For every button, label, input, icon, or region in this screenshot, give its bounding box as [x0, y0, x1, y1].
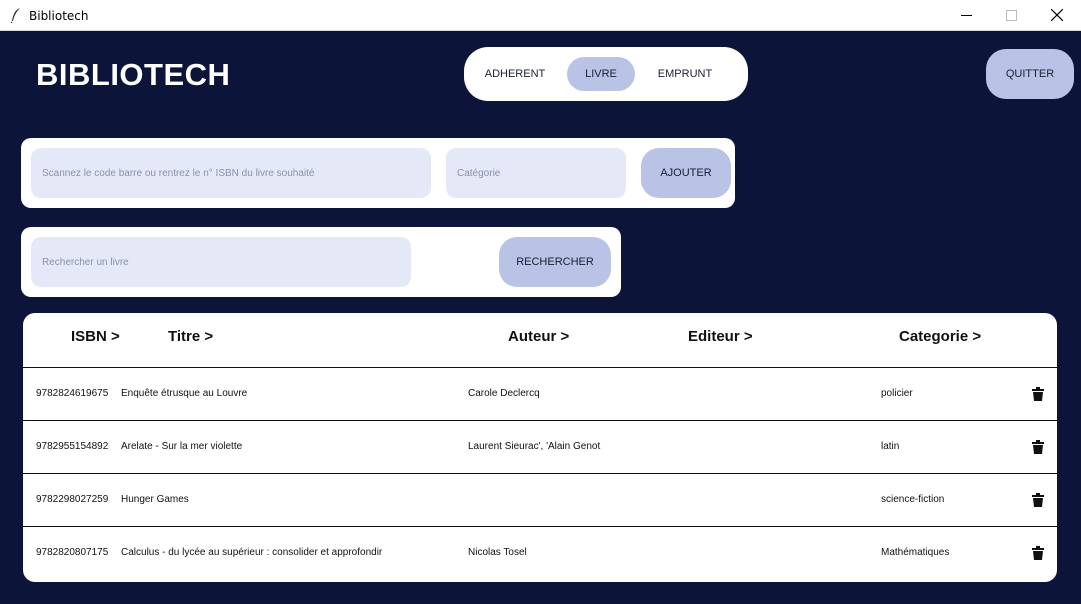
maximize-icon — [1005, 9, 1017, 21]
cell-auteur: Laurent Sieurac', 'Alain Genot — [468, 441, 601, 452]
app-brand: BIBLIOTECH — [36, 57, 231, 92]
add-button[interactable]: AJOUTER — [641, 148, 731, 198]
cell-auteur: Carole Declercq — [468, 388, 540, 399]
cell-titre: Enquête étrusque au Louvre — [121, 388, 248, 399]
cell-titre: Arelate - Sur la mer violette — [121, 441, 243, 452]
search-input[interactable]: Rechercher un livre — [31, 237, 411, 287]
table-row: 9782820807175 Calculus - du lycée au sup… — [23, 527, 1057, 580]
trash-icon[interactable] — [1032, 387, 1044, 401]
add-book-panel: Scannez le code barre ou rentrez le n° I… — [21, 138, 735, 208]
column-header-auteur[interactable]: Auteur > — [508, 328, 569, 345]
nav-tab-adherent[interactable]: ADHERENT — [478, 57, 552, 91]
window-title: Bibliotech — [29, 9, 89, 23]
maximize-button[interactable] — [988, 0, 1034, 30]
cell-categorie: latin — [881, 441, 900, 452]
table-row: 9782298027259 Hunger Games science-ficti… — [23, 474, 1057, 527]
nav-tab-livre[interactable]: LIVRE — [567, 57, 635, 91]
table-row: 9782824619675 Enquête étrusque au Louvre… — [23, 368, 1057, 421]
minimize-button[interactable] — [943, 0, 989, 30]
cell-titre: Hunger Games — [121, 494, 189, 505]
category-input[interactable]: Catégorie — [446, 148, 626, 198]
table-row: 9782955154892 Arelate - Sur la mer viole… — [23, 421, 1057, 474]
cell-categorie: Mathématiques — [881, 547, 950, 558]
column-header-categorie[interactable]: Categorie > — [899, 328, 981, 345]
books-table: ISBN > Titre > Auteur > Editeur > Catego… — [23, 313, 1057, 582]
cell-isbn: 9782824619675 — [36, 388, 109, 399]
cell-auteur: Nicolas Tosel — [468, 547, 527, 558]
trash-icon[interactable] — [1032, 440, 1044, 454]
column-header-editeur[interactable]: Editeur > — [688, 328, 753, 345]
trash-icon[interactable] — [1032, 493, 1044, 507]
close-window-button[interactable] — [1034, 0, 1080, 30]
quit-button[interactable]: QUITTER — [986, 49, 1074, 99]
cell-isbn: 9782298027259 — [36, 494, 109, 505]
cell-categorie: policier — [881, 388, 913, 399]
main-nav: ADHERENT LIVRE EMPRUNT — [464, 47, 748, 101]
feather-icon — [10, 8, 20, 23]
window-titlebar: Bibliotech — [0, 0, 1081, 31]
cell-titre: Calculus - du lycée au supérieur : conso… — [121, 547, 383, 558]
nav-tab-emprunt[interactable]: EMPRUNT — [649, 57, 721, 91]
close-icon — [1051, 9, 1063, 21]
trash-icon[interactable] — [1032, 546, 1044, 560]
search-book-panel: Rechercher un livre RECHERCHER — [21, 227, 621, 297]
column-header-isbn[interactable]: ISBN > — [71, 328, 120, 345]
search-button[interactable]: RECHERCHER — [499, 237, 611, 287]
isbn-input[interactable]: Scannez le code barre ou rentrez le n° I… — [31, 148, 431, 198]
cell-isbn: 9782820807175 — [36, 547, 109, 558]
cell-categorie: science-fiction — [881, 494, 945, 505]
column-header-titre[interactable]: Titre > — [168, 328, 213, 345]
cell-isbn: 9782955154892 — [36, 441, 109, 452]
minimize-icon — [960, 14, 972, 16]
